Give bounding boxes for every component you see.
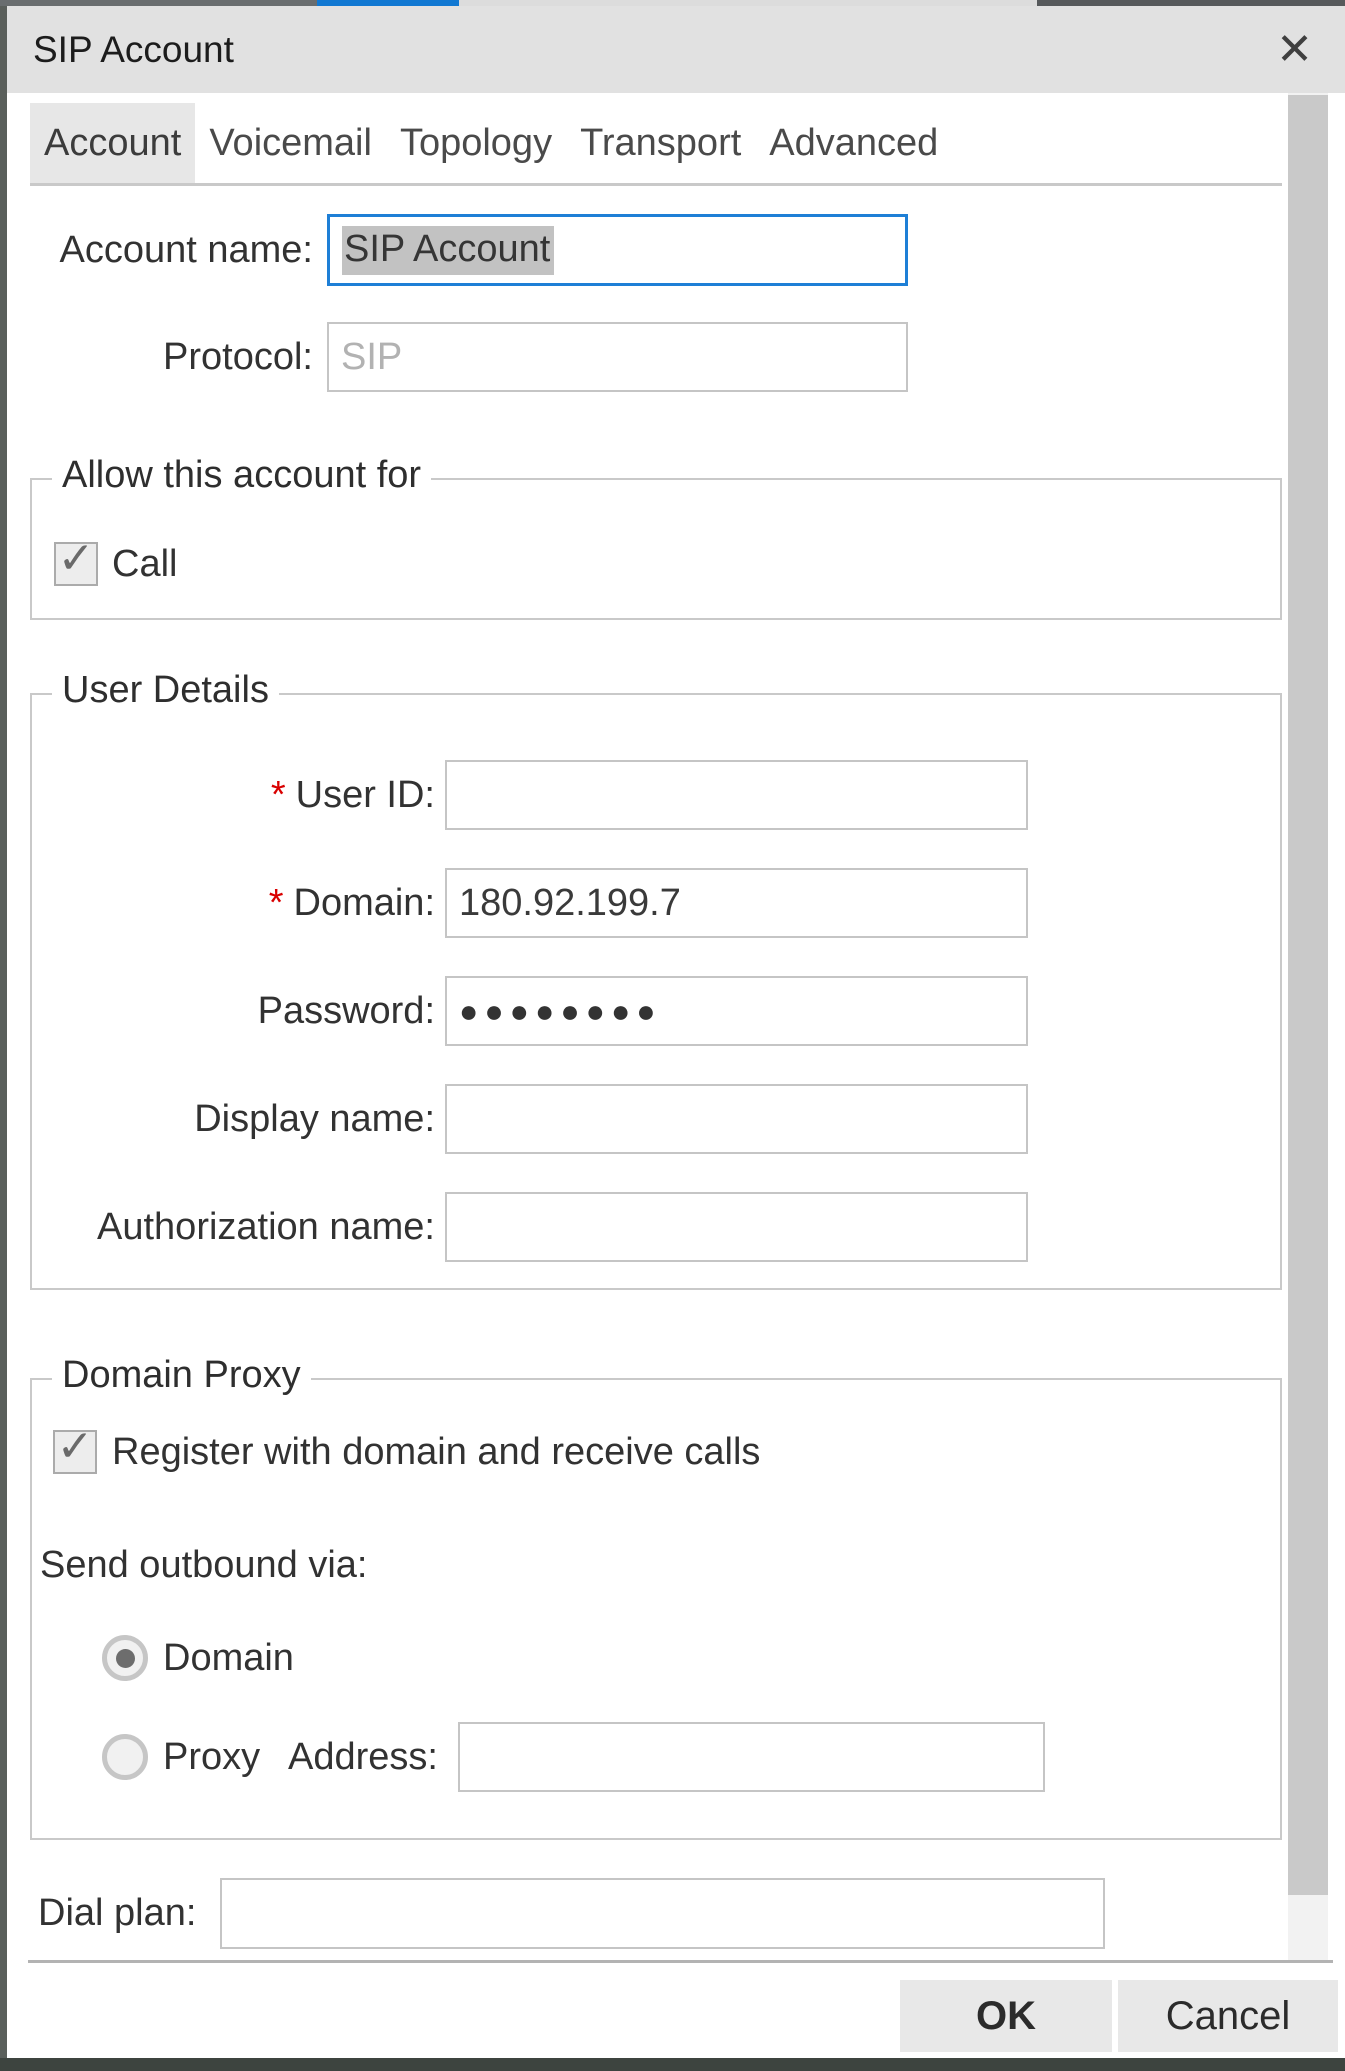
required-asterisk: *	[269, 882, 284, 925]
account-name-selected-text: SIP Account	[342, 226, 554, 275]
call-checkbox-label: Call	[112, 542, 177, 586]
tab-advanced[interactable]: Advanced	[755, 103, 952, 183]
domain-label: * Domain:	[40, 868, 435, 938]
dialog-title: SIP Account	[33, 29, 234, 71]
dialog-titlebar: SIP Account ✕	[7, 6, 1345, 93]
user-id-input[interactable]	[445, 760, 1028, 830]
send-outbound-label: Send outbound via:	[40, 1542, 368, 1588]
display-name-input[interactable]	[445, 1084, 1028, 1154]
radio-domain[interactable]	[102, 1635, 148, 1681]
radio-domain-label: Domain	[163, 1635, 294, 1681]
check-icon: ✓	[58, 537, 95, 581]
authorization-name-label: Authorization name:	[40, 1192, 435, 1262]
radio-dot	[116, 1649, 135, 1668]
left-window-edge	[0, 6, 7, 2058]
bottom-window-edge	[0, 2058, 1345, 2071]
tab-topology[interactable]: Topology	[386, 103, 566, 183]
domain-input[interactable]: 180.92.199.7	[445, 868, 1028, 938]
tab-transport[interactable]: Transport	[566, 103, 755, 183]
radio-proxy[interactable]	[102, 1734, 148, 1780]
password-masked-value: ●●●●●●●●	[459, 993, 662, 1030]
tab-strip: Account Voicemail Topology Transport Adv…	[30, 103, 1282, 186]
display-name-label: Display name:	[40, 1084, 435, 1154]
proxy-address-input[interactable]	[458, 1722, 1045, 1792]
allow-groupbox: Allow this account for	[30, 478, 1282, 620]
call-checkbox[interactable]: ✓	[54, 542, 98, 586]
footer-separator	[28, 1960, 1333, 1963]
password-input[interactable]: ●●●●●●●●	[445, 976, 1028, 1046]
allow-groupbox-legend: Allow this account for	[52, 454, 431, 497]
dial-plan-label: Dial plan:	[38, 1878, 196, 1949]
account-name-input[interactable]: SIP Account	[327, 214, 908, 286]
close-icon[interactable]: ✕	[1276, 6, 1313, 93]
proxy-address-label: Address:	[288, 1734, 438, 1780]
register-checkbox[interactable]: ✓	[53, 1430, 97, 1474]
scrollbar-thumb[interactable]	[1288, 95, 1328, 1895]
user-details-legend: User Details	[52, 669, 279, 712]
sip-account-dialog: SIP Account ✕ Account Voicemail Topology…	[0, 0, 1345, 2071]
protocol-input: SIP	[327, 322, 908, 392]
account-name-label: Account name:	[30, 214, 313, 286]
password-label: Password:	[40, 976, 435, 1046]
register-checkbox-label: Register with domain and receive calls	[112, 1430, 760, 1474]
authorization-name-input[interactable]	[445, 1192, 1028, 1262]
cancel-button[interactable]: Cancel	[1118, 1980, 1338, 2052]
ok-button[interactable]: OK	[900, 1980, 1112, 2052]
tab-account[interactable]: Account	[30, 103, 195, 183]
user-id-label: * User ID:	[40, 760, 435, 830]
tab-voicemail[interactable]: Voicemail	[195, 103, 386, 183]
radio-proxy-label: Proxy	[163, 1734, 260, 1780]
protocol-value: SIP	[341, 336, 402, 379]
domain-proxy-legend: Domain Proxy	[52, 1354, 311, 1397]
check-icon: ✓	[57, 1425, 94, 1469]
dial-plan-input[interactable]	[220, 1878, 1105, 1949]
required-asterisk: *	[271, 774, 286, 817]
protocol-label: Protocol:	[30, 322, 313, 392]
